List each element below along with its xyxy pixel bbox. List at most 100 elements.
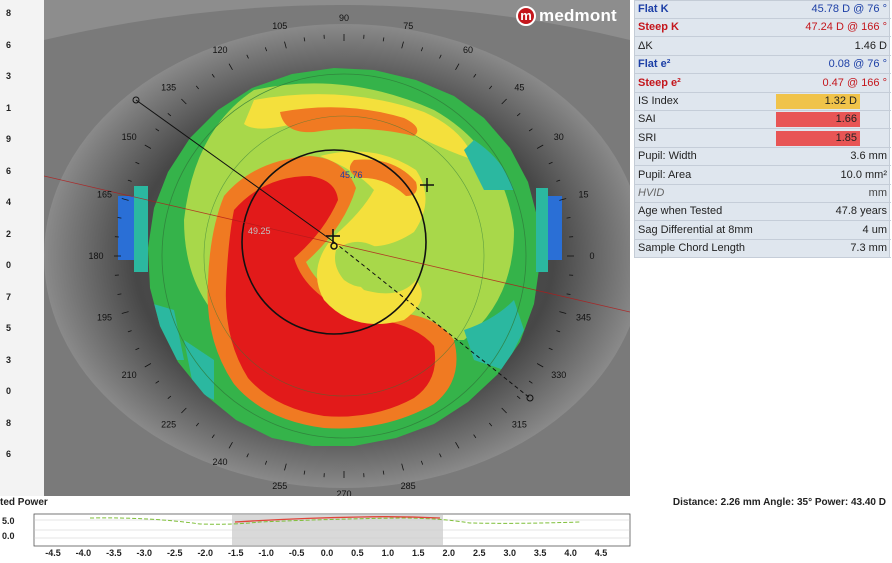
degree-label: 330: [551, 370, 566, 380]
stat-value: 10.0 mm²: [840, 168, 887, 181]
y-label-bottom: 0.0: [2, 531, 15, 541]
stat-row: Steep e² 0.47 @ 166 °: [635, 75, 891, 93]
x-tick-label: 3.0: [503, 548, 516, 558]
topography-map-svg: 90 105 75 120 60 135 45 150 30 165 15 180 0 195 345 210…: [44, 0, 630, 496]
stat-label: Steep e²: [638, 76, 681, 89]
scale-label: 6: [6, 39, 12, 50]
x-tick-label: -4.0: [76, 548, 92, 558]
degree-label: 180: [88, 251, 103, 261]
left-color-scale: 8 6 3 1 9 6 4 2 0 7 5 3 0 8 6: [0, 0, 44, 500]
stat-value: 1.66: [835, 113, 857, 126]
medmont-logo-icon: m: [516, 6, 536, 26]
x-tick-label: 0.5: [351, 548, 364, 558]
scale-label: 8: [6, 417, 12, 428]
x-tick-label: -3.5: [106, 548, 122, 558]
x-tick-label: -0.5: [289, 548, 305, 558]
brand-logo: m medmont: [516, 6, 617, 26]
x-tick-label: 0.0: [321, 548, 334, 558]
stat-value: 3.6 mm: [850, 150, 887, 163]
degree-label: 105: [272, 21, 287, 31]
scale-label: 3: [6, 354, 12, 365]
stat-label: ΔK: [638, 39, 653, 52]
cursor-readout: Distance: 2.26 mm Angle: 35° Power: 43.4…: [672, 497, 886, 508]
degree-label: 135: [161, 83, 176, 93]
degree-label: 90: [339, 13, 349, 23]
stat-label: Pupil: Area: [638, 168, 692, 181]
x-tick-label: 2.5: [473, 548, 486, 558]
stat-value: 1.46 D: [854, 39, 887, 52]
stat-label: IS Index: [638, 95, 679, 107]
degree-label: 255: [272, 481, 287, 491]
stat-label: Sag Differential at 8mm: [638, 223, 753, 236]
scale-label: 0: [6, 386, 12, 396]
degree-label: 150: [122, 132, 137, 142]
map-edge-teal-right: [536, 188, 548, 272]
degree-label: 75: [403, 21, 413, 31]
degree-label: 60: [463, 45, 473, 55]
stat-row: SAI 1.66: [635, 111, 891, 130]
x-tick-labels: -4.5 -4.0 -3.5 -3.0 -2.5 -2.0 -1.5 -1.0 -0.5 0.0 0…: [45, 548, 607, 558]
stat-label: Flat e²: [638, 58, 671, 71]
keratometry-stats-panel: Flat K 45.78 D @ 76 ° Steep K 47.24 D @ 166…: [634, 0, 891, 259]
stat-row: SRI 1.85: [635, 130, 891, 148]
stat-label: Pupil: Width: [638, 150, 697, 163]
degree-label: 0: [589, 251, 594, 261]
x-tick-label: -4.5: [45, 548, 61, 558]
stat-value: 47.24 D @ 166 °: [805, 21, 887, 34]
stat-label: HVID: [638, 187, 665, 199]
topography-map[interactable]: 90 105 75 120 60 135 45 150 30 165 15 180 0 195 345 210…: [44, 0, 630, 496]
stat-value: 1.85: [835, 131, 857, 144]
x-tick-label: 4.0: [564, 548, 577, 558]
degree-label: 240: [212, 457, 227, 467]
x-tick-label: 1.0: [382, 548, 395, 558]
stat-label: Age when Tested: [638, 205, 723, 218]
x-tick-label: -2.5: [167, 548, 183, 558]
stat-row: Sample Chord Length 7.3 mm: [635, 240, 891, 259]
degree-label: 15: [578, 189, 588, 199]
degree-label: 285: [401, 481, 416, 491]
scale-label: 8: [6, 8, 12, 18]
stat-row: Age when Tested 47.8 years: [635, 203, 891, 222]
stat-value: 45.78 D @ 76 °: [811, 3, 888, 15]
degree-label: 195: [97, 313, 112, 323]
profile-plot-title: ted Power: [0, 497, 48, 508]
stat-label: Flat K: [638, 3, 669, 15]
x-tick-label: -1.5: [228, 548, 244, 558]
stat-label: SRI: [638, 131, 657, 144]
stat-row: HVID mm: [635, 185, 891, 203]
scale-label: 4: [6, 197, 12, 207]
stat-value: 4 um: [862, 223, 887, 236]
degree-label: 120: [212, 45, 227, 55]
stat-value: 0.08 @ 76 °: [828, 58, 887, 71]
degree-label: 165: [97, 189, 112, 199]
x-tick-label: 3.5: [534, 548, 547, 558]
degree-label: 270: [336, 489, 351, 496]
x-tick-label: 1.5: [412, 548, 425, 558]
scale-label: 9: [6, 134, 12, 144]
profile-plot-svg[interactable]: 5.0 0.0 -4.5 -4.0 -3.5 -3.0 -2.5 -2.0 -1.5 -1.0…: [0, 510, 892, 560]
value-label-left: 49.25: [248, 226, 271, 236]
scale-label: 2: [6, 228, 12, 239]
x-tick-label: 4.5: [595, 548, 608, 558]
stat-value: mm: [868, 187, 887, 199]
scale-label: 6: [6, 165, 12, 176]
degree-label: 315: [512, 419, 527, 429]
stat-row: ΔK 1.46 D: [635, 38, 891, 56]
stat-value: 1.32 D: [824, 95, 857, 107]
x-tick-label: -1.0: [258, 548, 274, 558]
degree-label: 210: [122, 370, 137, 380]
stat-row: IS Index 1.32 D: [635, 93, 891, 111]
scale-label: 1: [6, 102, 12, 113]
brand-name: medmont: [539, 6, 617, 25]
stat-row: Pupil: Area 10.0 mm²: [635, 167, 891, 185]
stat-row: Flat e² 0.08 @ 76 °: [635, 56, 891, 75]
stat-value: 0.47 @ 166 °: [822, 76, 888, 89]
scale-label: 0: [6, 260, 12, 270]
profile-plot-panel: ted Power Distance: 2.26 mm Angle: 35° P…: [0, 496, 892, 563]
degree-label: 345: [576, 313, 591, 323]
stat-row: Steep K 47.24 D @ 166 °: [635, 19, 891, 38]
stat-value: 47.8 years: [835, 205, 887, 218]
stat-label: Sample Chord Length: [638, 242, 746, 255]
x-tick-label: -3.0: [137, 548, 153, 558]
stat-row: Pupil: Width 3.6 mm: [635, 148, 891, 167]
